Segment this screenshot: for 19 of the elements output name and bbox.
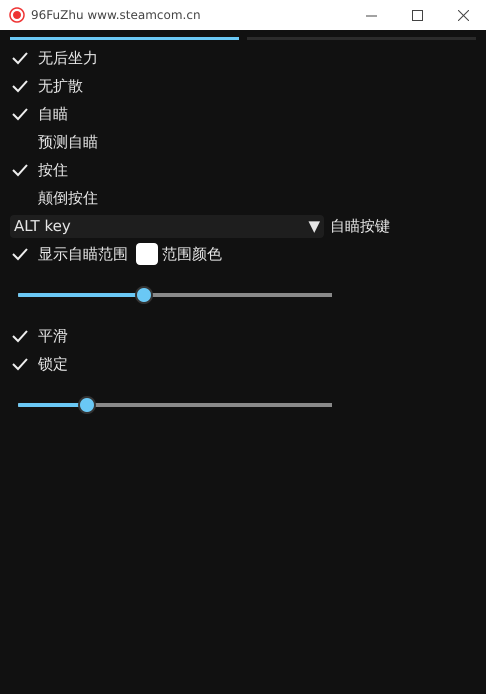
checkbox-label: 锁定 [38, 354, 68, 375]
dropdown[interactable]: ALT key ▼ [10, 214, 324, 238]
color-swatch[interactable] [136, 243, 158, 265]
checkbox-label: 颠倒按住 [38, 188, 98, 209]
color-label: 范围颜色 [162, 244, 222, 265]
close-icon [458, 10, 468, 20]
checkbox-label: 平滑 [38, 326, 68, 347]
checkbox-label: 无扩散 [38, 76, 83, 97]
checkbox-label: 显示自瞄范围 [38, 244, 128, 265]
checkbox-label: 预测自瞄 [38, 132, 98, 153]
checkbox-label: 按住 [38, 160, 68, 181]
maximize-icon [412, 10, 422, 20]
app-logo-icon [9, 7, 25, 23]
slider-thumb[interactable] [134, 286, 153, 304]
window-title: 96FuZhu www.steamcom.cn [31, 7, 202, 24]
slider-thumb[interactable] [78, 396, 96, 414]
checkbox-label: 自瞄 [38, 104, 68, 125]
checkbox-label: 无后坐力 [38, 48, 98, 69]
dropdown-label: 自瞄按键 [330, 216, 390, 237]
